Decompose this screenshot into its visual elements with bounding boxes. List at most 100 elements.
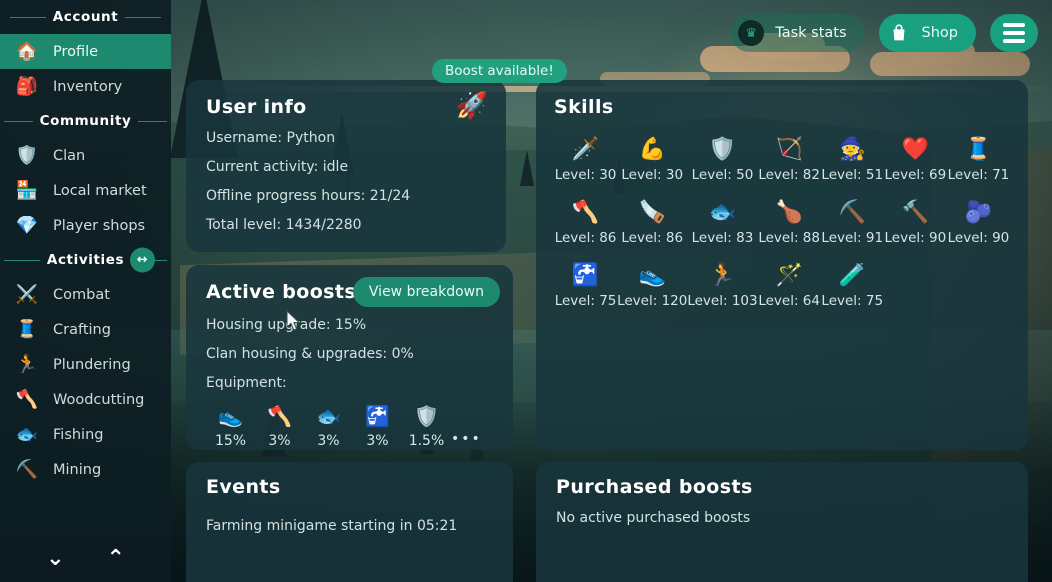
boost-available-badge[interactable]: Boost available! (432, 59, 567, 83)
equipment-boost-item[interactable]: 🐟 3% (304, 404, 353, 449)
skill-item[interactable]: 🪚 Level: 86 (617, 199, 687, 246)
heart-icon: ❤️ (901, 137, 930, 162)
chevron-up-icon[interactable]: ⌃ (107, 548, 125, 570)
events-card: Events Farming minigame starting in 05:2… (186, 462, 513, 582)
equipment-boost-item[interactable]: 👟 15% (206, 404, 255, 449)
skill-item[interactable]: 🛡️ Level: 50 (687, 136, 757, 183)
sidebar-scroll-controls: ⌄ ⌃ (0, 536, 171, 582)
shop-button[interactable]: Shop (878, 14, 976, 52)
sidebar-item-mining[interactable]: ⛏️ Mining (0, 452, 171, 487)
sidebar-item-crafting[interactable]: 🧵 Crafting (0, 312, 171, 347)
events-message: Farming minigame starting in 05:21 (206, 518, 458, 534)
equipment-boost-percent: 3% (317, 433, 340, 449)
sidebar-item-woodcutting[interactable]: 🪓 Woodcutting (0, 382, 171, 417)
skill-item[interactable]: 🪄 Level: 64 (758, 262, 821, 309)
skill-item[interactable]: 🔨 Level: 90 (884, 199, 947, 246)
user-info-card: User info 🚀 Username: Python Current act… (186, 80, 506, 252)
view-breakdown-button[interactable]: View breakdown (352, 277, 500, 307)
sidebar-item-local-market[interactable]: 🏪 Local market (0, 173, 171, 208)
skill-item[interactable]: 🚰 Level: 75 (554, 262, 617, 309)
sidebar-section-header: Community (0, 104, 171, 138)
skill-item[interactable]: 🧵 Level: 71 (947, 136, 1010, 183)
skill-item[interactable]: 👟 Level: 120 (617, 262, 687, 309)
skill-item[interactable]: 🏹 Level: 82 (758, 136, 821, 183)
fish-icon: 🐟 (15, 423, 39, 445)
hamburger-menu-icon[interactable] (990, 14, 1038, 52)
equipment-boost-item[interactable]: 🪓 3% (255, 404, 304, 449)
running-shoe-icon: 👟 (638, 263, 666, 288)
ellipsis-icon: ••• (451, 431, 482, 447)
sidebar-item-plundering[interactable]: 🏃 Plundering (0, 347, 171, 382)
skill-level-label: Level: 75 (554, 293, 617, 309)
skills-grid: 🗡️ Level: 30 💪 Level: 30 🛡️ Level: 50 🏹 Level: … (554, 136, 1010, 309)
skill-level-label: Level: 83 (691, 230, 754, 246)
sidebar-item-label: Fishing (53, 426, 104, 443)
skill-item[interactable]: 🧙 Level: 51 (821, 136, 884, 183)
house-icon: 🏠 (15, 40, 39, 62)
skill-item[interactable]: 🏃 Level: 103 (687, 262, 757, 309)
skill-item[interactable]: 🐟 Level: 83 (687, 199, 757, 246)
skill-level-label: Level: 75 (821, 293, 884, 309)
skill-level-label: Level: 91 (821, 230, 884, 246)
equipment-boost-more-button[interactable]: ••• (451, 404, 481, 449)
skill-level-label: Level: 71 (947, 167, 1010, 183)
sidebar-item-label: Profile (53, 43, 99, 60)
current-activity-row: Current activity: idle (206, 159, 349, 175)
purchased-boosts-message: No active purchased boosts (556, 510, 751, 526)
user-info-title: User info (206, 96, 307, 118)
running-shoe-icon: 👟 (218, 404, 243, 428)
pickaxe-icon: ⛏️ (15, 458, 39, 480)
sidebar-item-label: Mining (53, 461, 102, 478)
chevron-down-icon[interactable]: ⌄ (46, 548, 64, 570)
fish-icon: 🐟 (316, 404, 341, 428)
skill-level-label: Level: 88 (758, 230, 820, 246)
equipment-boost-item[interactable]: 🛡️ 1.5% (402, 404, 451, 449)
sidebar-item-label: Local market (53, 182, 147, 199)
sidebar-item-label: Player shops (53, 217, 146, 234)
sidebar-item-fishing[interactable]: 🐟 Fishing (0, 417, 171, 452)
housing-boost-row: Housing upgrade: 15% (206, 317, 367, 333)
skill-item[interactable]: 🧪 Level: 75 (821, 262, 884, 309)
axe-log-icon: 🪓 (15, 388, 39, 410)
skill-item[interactable]: 🪓 Level: 86 (554, 199, 617, 246)
sidebar-item-clan[interactable]: 🛡️ Clan (0, 138, 171, 173)
skill-item[interactable]: 🗡️ Level: 30 (554, 136, 617, 183)
sidebar-item-player-shops[interactable]: 💎 Player shops (0, 208, 171, 243)
blueberries-icon: 🫐 (964, 200, 993, 225)
purchased-boosts-title: Purchased boosts (556, 476, 753, 498)
sidebar-section-title: Community (39, 113, 132, 129)
skill-level-label: Level: 30 (554, 167, 617, 183)
task-stats-button[interactable]: ♛ Task stats (730, 14, 865, 52)
backpack-icon: 🎒 (15, 75, 39, 97)
skill-item[interactable]: ⛏️ Level: 91 (821, 199, 884, 246)
skill-item[interactable]: ❤️ Level: 69 (884, 136, 947, 183)
skill-level-label: Level: 51 (821, 167, 884, 183)
left-right-arrow-icon[interactable]: ↔ (130, 247, 155, 273)
sidebar-section-title: Activities (46, 252, 125, 268)
saw-icon: 🪚 (638, 200, 666, 225)
sidebar-item-label: Clan (53, 147, 86, 164)
skill-level-label: Level: 64 (758, 293, 820, 309)
axe-log-icon: 🪓 (267, 404, 292, 428)
skill-level-label: Level: 90 (884, 230, 947, 246)
equipment-boost-percent: 1.5% (408, 433, 445, 449)
sidebar-item-label: Combat (53, 286, 110, 303)
equipment-boost-item[interactable]: 🚰 3% (353, 404, 402, 449)
equipment-boost-percent: 3% (366, 433, 389, 449)
sidebar-item-profile[interactable]: 🏠 Profile (0, 34, 171, 69)
sidebar-section-header: Account (0, 0, 171, 34)
sidebar-section-header: Activities ↔ (0, 243, 171, 277)
watering-can-icon: 🚰 (365, 404, 390, 428)
sidebar-item-combat[interactable]: ⚔️ Combat (0, 277, 171, 312)
axe-log-icon: 🪓 (571, 200, 600, 225)
sidebar-item-inventory[interactable]: 🎒 Inventory (0, 69, 171, 104)
skill-item[interactable]: 🍗 Level: 88 (758, 199, 821, 246)
pickaxe-icon: ⛏️ (838, 200, 866, 225)
skill-item[interactable]: 💪 Level: 30 (617, 136, 687, 183)
skill-level-label: Level: 103 (687, 293, 758, 309)
equipment-label: Equipment: (206, 375, 287, 391)
skill-item[interactable]: 🫐 Level: 90 (947, 199, 1010, 246)
skill-level-label: Level: 82 (758, 167, 820, 183)
gem-icon: 💎 (15, 214, 39, 236)
flexed-biceps-icon: 💪 (638, 137, 666, 162)
